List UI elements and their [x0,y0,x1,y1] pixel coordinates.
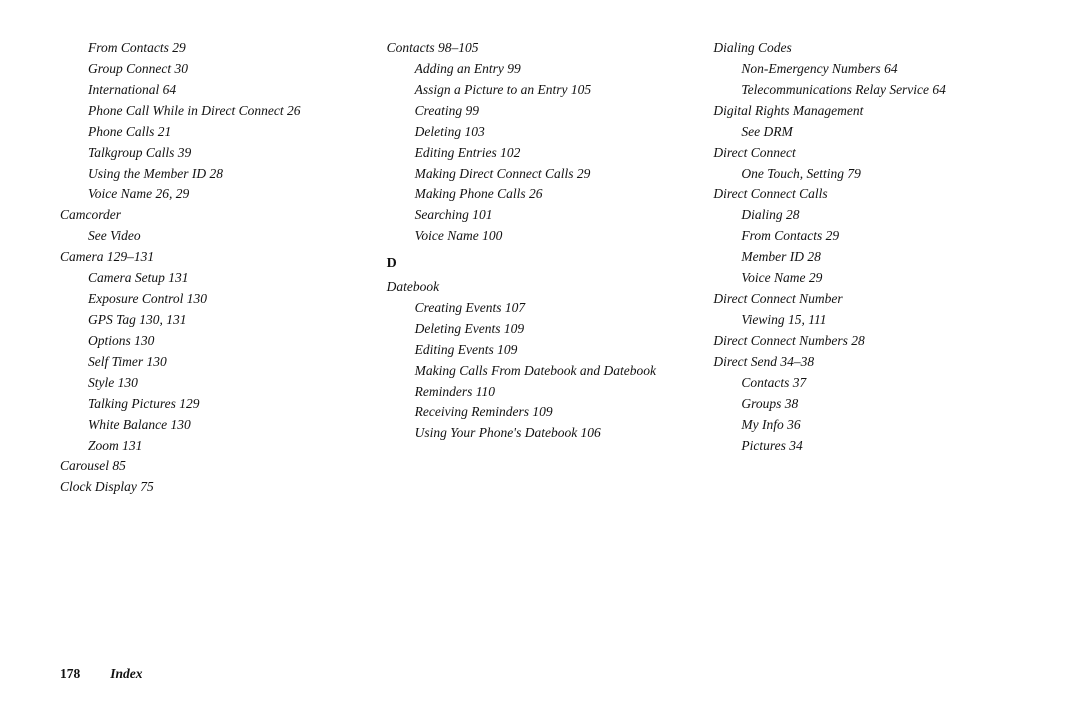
index-entry-sub: Dialing 28 [713,205,1020,226]
index-entry-main: Direct Connect Number [713,289,1020,310]
index-entry-sub: See DRM [713,122,1020,143]
index-entry-sub: Viewing 15, 111 [713,310,1020,331]
index-entry-sub: Voice Name 26, 29 [60,184,367,205]
footer: 178 Index [60,656,1020,682]
index-entry-main: Direct Connect Calls [713,184,1020,205]
index-entry-sub: Self Timer 130 [60,352,367,373]
index-entry-sub: International 64 [60,80,367,101]
index-column-col2: Contacts 98–105Adding an Entry 99Assign … [377,38,704,656]
index-entry-sub: Voice Name 100 [387,226,694,247]
index-entry-sub: Making Calls From Datebook and Datebook … [387,361,694,403]
index-entry-sub: From Contacts 29 [60,38,367,59]
index-entry-sub: GPS Tag 130, 131 [60,310,367,331]
index-entry-sub: Talking Pictures 129 [60,394,367,415]
index-entry-sub: Phone Call While in Direct Connect 26 [60,101,367,122]
index-entry-sub: Searching 101 [387,205,694,226]
index-entry-sub: My Info 36 [713,415,1020,436]
index-entry-main: Clock Display 75 [60,477,367,498]
index-entry-sub: Groups 38 [713,394,1020,415]
index-entry-sub: From Contacts 29 [713,226,1020,247]
index-entry-sub: Member ID 28 [713,247,1020,268]
index-entry-sub: Using the Member ID 28 [60,164,367,185]
index-entry-sub: Deleting Events 109 [387,319,694,340]
page: From Contacts 29Group Connect 30Internat… [0,0,1080,720]
index-entry-sub: Editing Events 109 [387,340,694,361]
index-entry-main: Contacts 98–105 [387,38,694,59]
footer-section-label: Index [110,666,142,682]
index-entry-sub: Making Phone Calls 26 [387,184,694,205]
index-column-col1: From Contacts 29Group Connect 30Internat… [60,38,377,656]
section-letter: D [387,253,694,275]
index-column-col3: Dialing CodesNon-Emergency Numbers 64Tel… [703,38,1020,656]
index-entry-sub: Deleting 103 [387,122,694,143]
index-entry-sub: Creating 99 [387,101,694,122]
index-entry-sub: Contacts 37 [713,373,1020,394]
index-entry-sub: Assign a Picture to an Entry 105 [387,80,694,101]
index-entry-main: Carousel 85 [60,456,367,477]
index-entry-sub: Camera Setup 131 [60,268,367,289]
index-entry-sub: Receiving Reminders 109 [387,402,694,423]
index-entry-main: Camcorder [60,205,367,226]
index-entry-main: Direct Connect Numbers 28 [713,331,1020,352]
index-entry-sub: One Touch, Setting 79 [713,164,1020,185]
index-columns: From Contacts 29Group Connect 30Internat… [60,38,1020,656]
index-entry-main: Digital Rights Management [713,101,1020,122]
index-entry-sub: Editing Entries 102 [387,143,694,164]
index-entry-sub: Telecommunications Relay Service 64 [713,80,1020,101]
index-entry-sub: Adding an Entry 99 [387,59,694,80]
index-entry-main: Dialing Codes [713,38,1020,59]
index-entry-sub: White Balance 130 [60,415,367,436]
index-entry-main: Datebook [387,277,694,298]
footer-page-number: 178 [60,666,80,682]
index-entry-sub: Voice Name 29 [713,268,1020,289]
index-entry-main: Direct Connect [713,143,1020,164]
index-entry-sub: Options 130 [60,331,367,352]
index-entry-sub: Exposure Control 130 [60,289,367,310]
index-entry-main: Direct Send 34–38 [713,352,1020,373]
index-entry-sub: Making Direct Connect Calls 29 [387,164,694,185]
index-entry-main: Camera 129–131 [60,247,367,268]
index-entry-sub: Talkgroup Calls 39 [60,143,367,164]
index-entry-sub: Using Your Phone's Datebook 106 [387,423,694,444]
index-entry-sub: Phone Calls 21 [60,122,367,143]
index-entry-sub: Group Connect 30 [60,59,367,80]
index-entry-sub: Style 130 [60,373,367,394]
index-entry-sub: See Video [60,226,367,247]
index-entry-sub: Zoom 131 [60,436,367,457]
index-entry-sub: Non-Emergency Numbers 64 [713,59,1020,80]
index-entry-sub: Creating Events 107 [387,298,694,319]
index-entry-sub: Pictures 34 [713,436,1020,457]
